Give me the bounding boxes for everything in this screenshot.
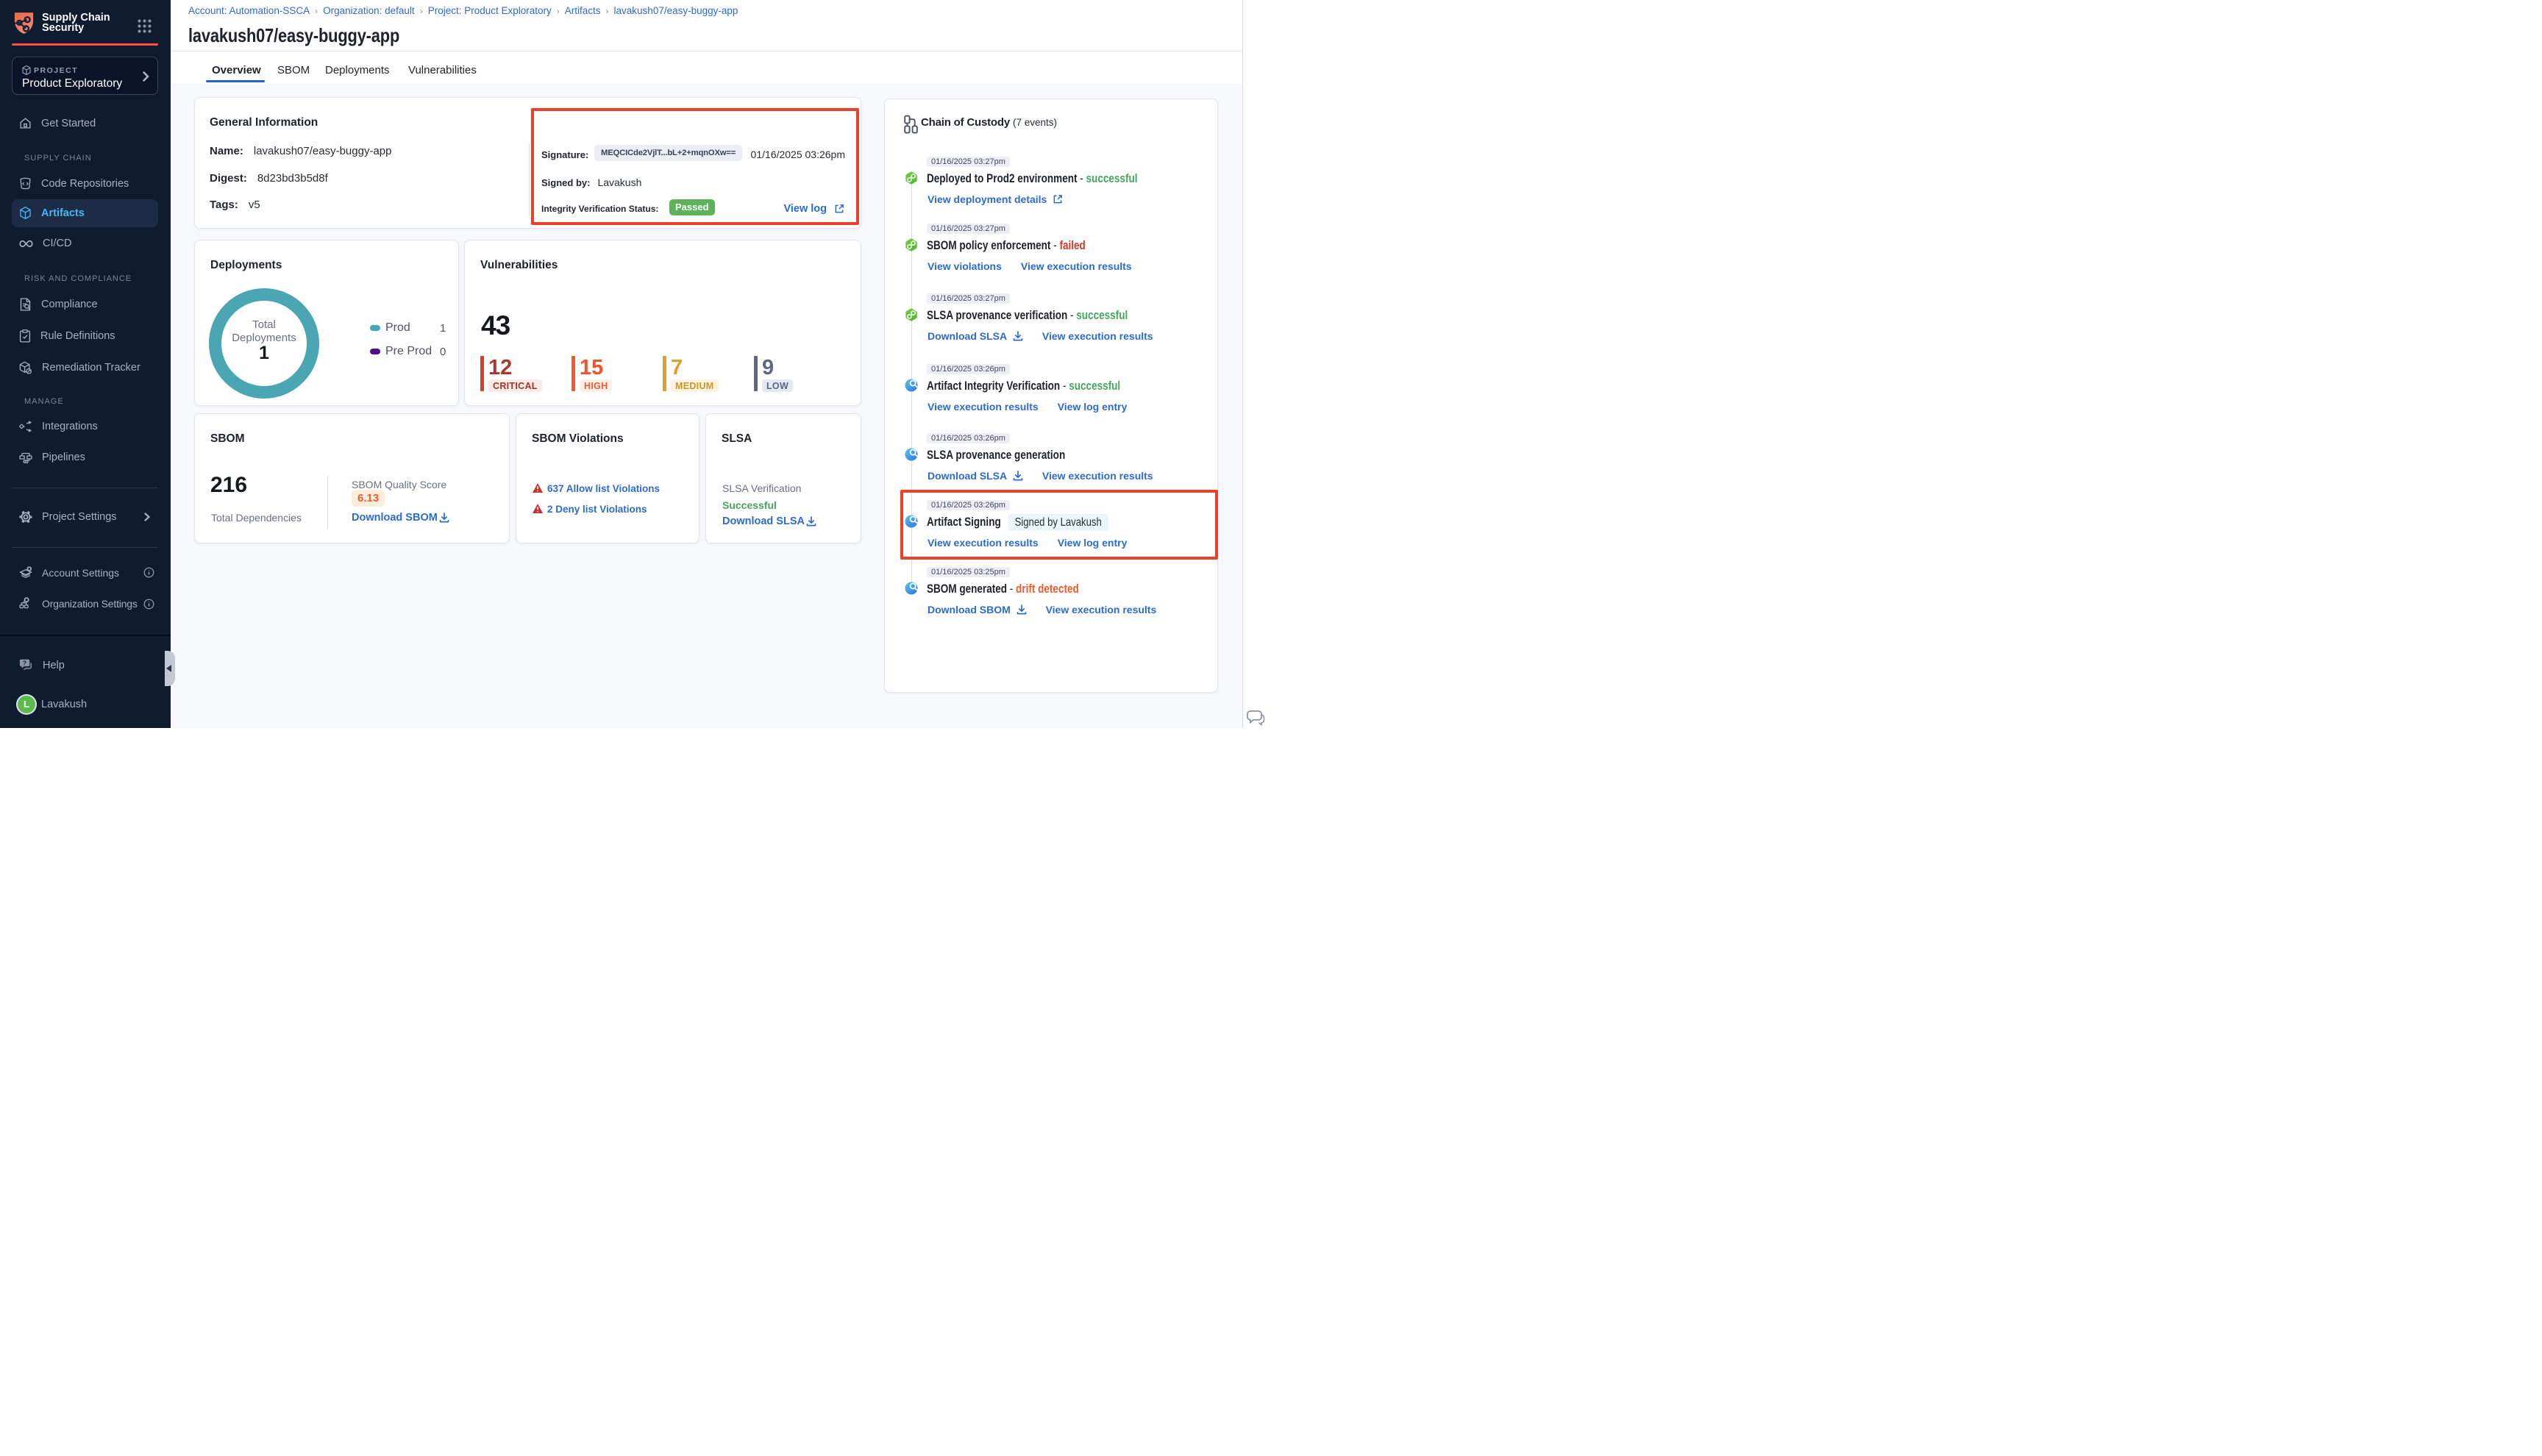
svg-text:?: ? (23, 660, 26, 667)
